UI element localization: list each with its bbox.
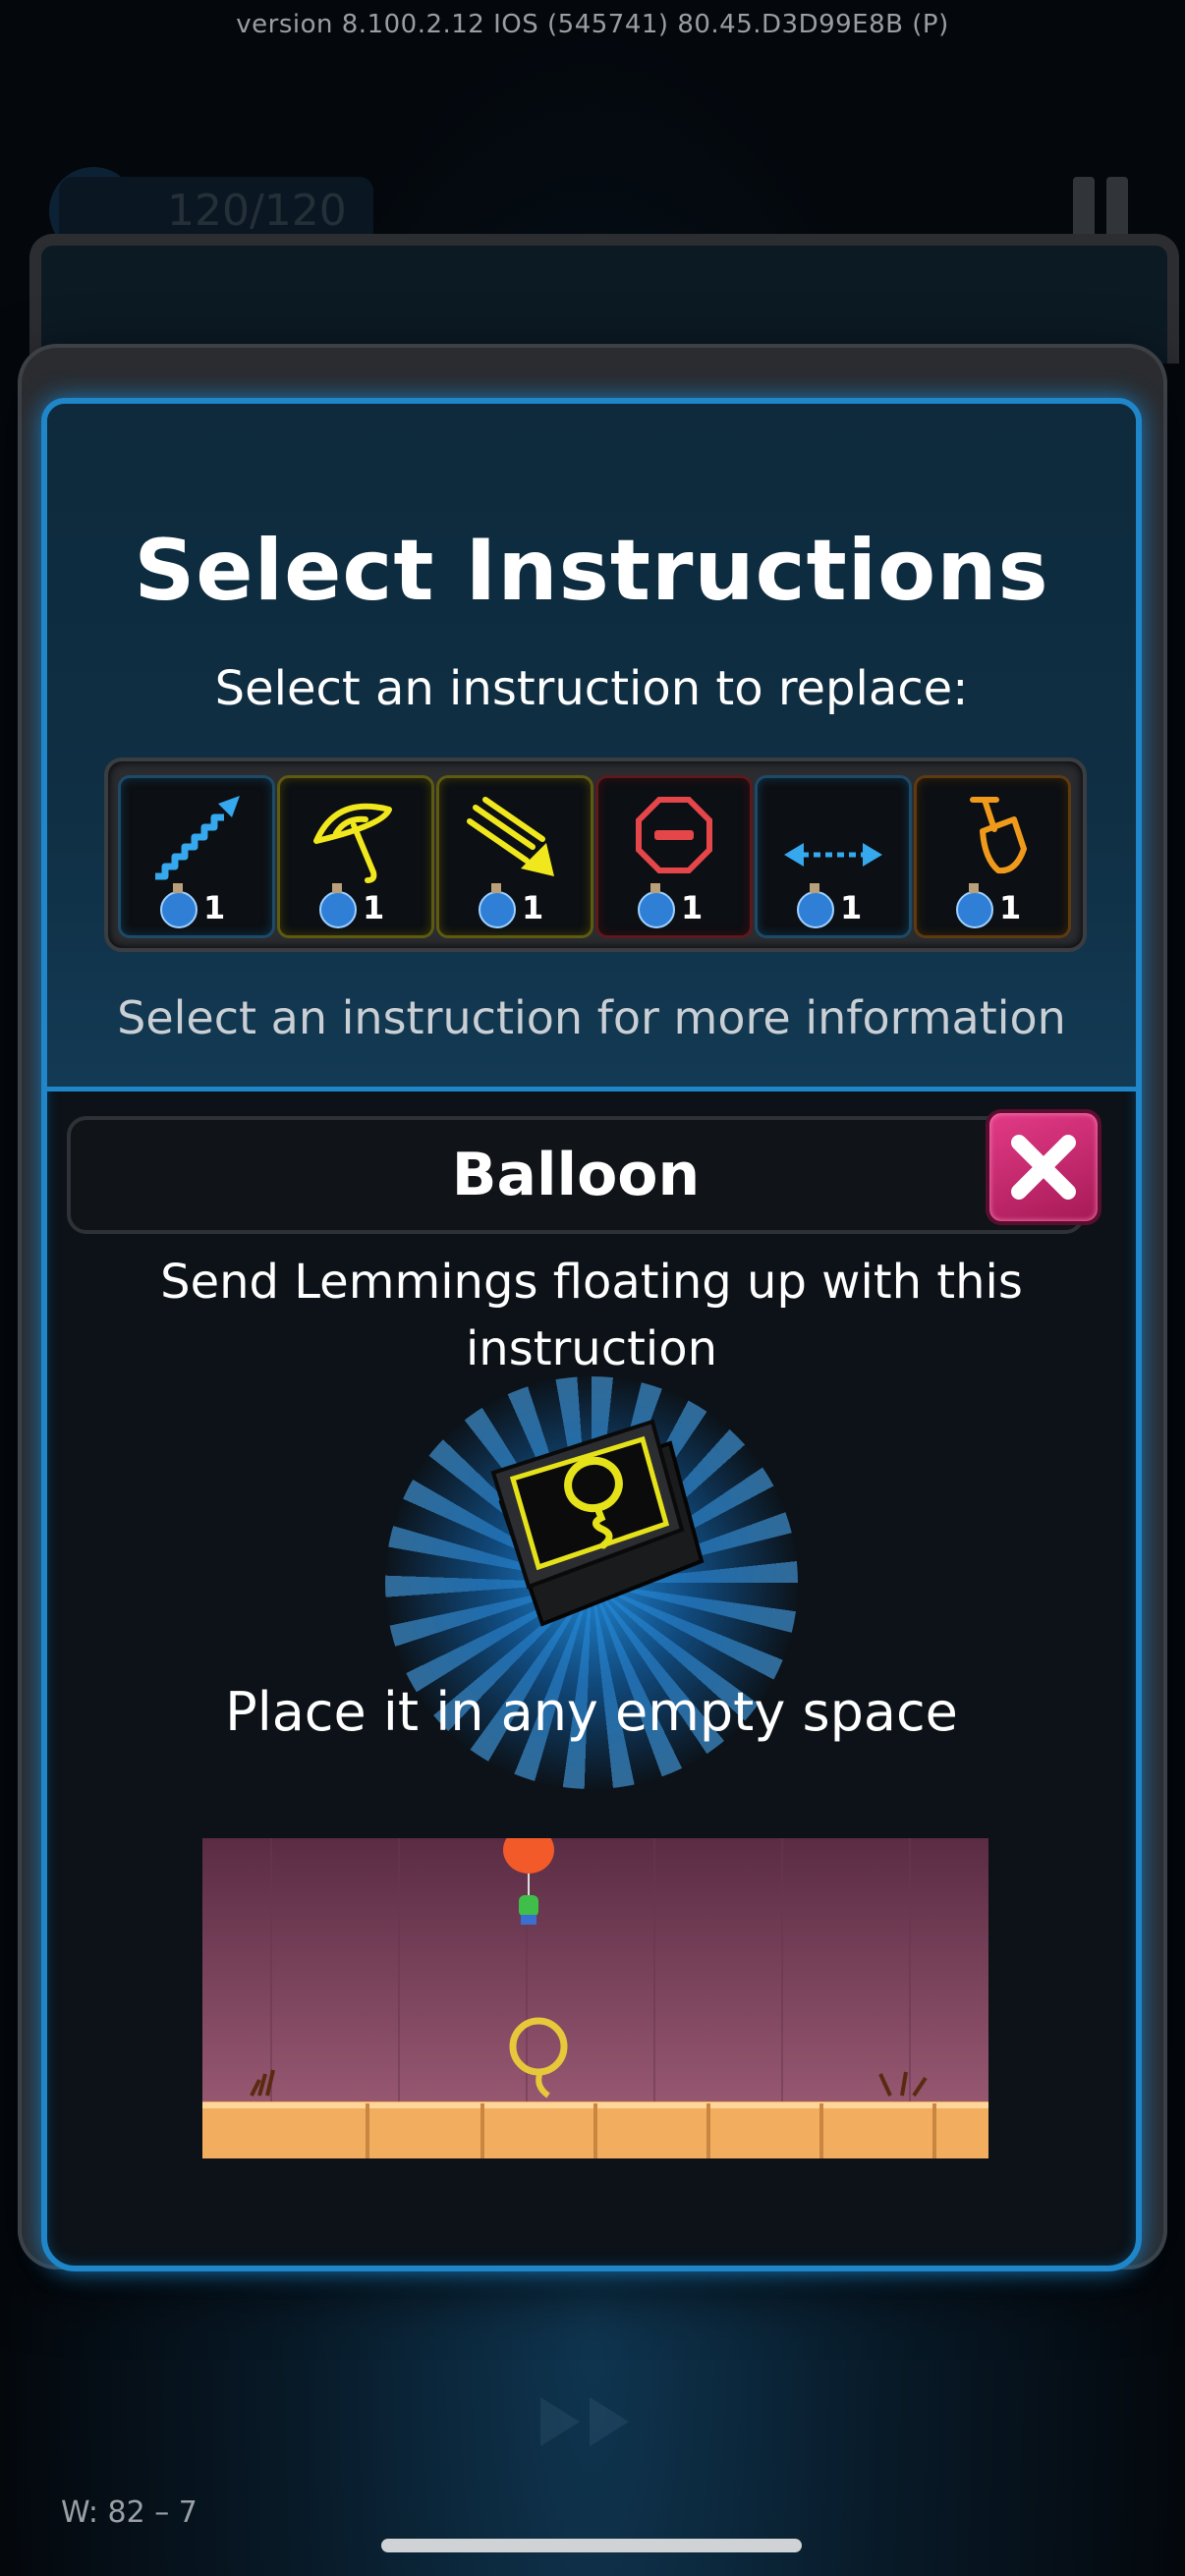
stairs-icon <box>155 796 240 880</box>
home-indicator[interactable] <box>381 2539 802 2552</box>
diagonal-arrows-icon <box>467 797 554 876</box>
slot-count: 1 <box>999 889 1022 926</box>
potion-icon <box>956 883 993 928</box>
instruction-tray: 1 1 1 1 1 1 <box>104 757 1087 952</box>
potion-icon <box>160 883 198 928</box>
potion-icon <box>638 883 675 928</box>
potion-icon <box>797 883 834 928</box>
slot-count: 1 <box>840 889 863 926</box>
select-instructions-dialog: Select Instructions Select an instructio… <box>41 398 1142 2271</box>
double-arrow-icon <box>784 843 882 867</box>
version-label: version 8.100.2.12 IOS (545741) 80.45.D3… <box>236 10 949 39</box>
potion-icon <box>479 883 516 928</box>
instruction-preview-image <box>202 1838 988 2158</box>
slot-count: 1 <box>522 889 544 926</box>
instruction-name-bar: Balloon <box>67 1116 1085 1234</box>
instruction-slot-digger[interactable]: 1 <box>914 775 1071 938</box>
slot-count: 1 <box>363 889 385 926</box>
slot-count: 1 <box>681 889 704 926</box>
dialog-subtitle: Select an instruction to replace: <box>214 661 969 716</box>
slot-count: 1 <box>203 889 226 926</box>
balloon-icon <box>490 1419 705 1627</box>
close-button[interactable] <box>986 1109 1101 1225</box>
stop-sign-icon <box>636 797 712 873</box>
potion-icon <box>319 883 357 928</box>
shovel-icon <box>970 797 1027 874</box>
instruction-slot-blocker[interactable]: 1 <box>595 775 753 938</box>
instruction-description: Send Lemmings floating up with this inst… <box>160 1255 1023 1376</box>
instruction-slot-turn[interactable]: 1 <box>755 775 912 938</box>
play-arrows-icon <box>540 2397 629 2446</box>
placement-hint: Place it in any empty space <box>225 1681 958 1743</box>
world-label: W: 82 – 7 <box>61 2495 198 2530</box>
instruction-slot-umbrella[interactable]: 1 <box>277 775 434 938</box>
instruction-slot-basher[interactable]: 1 <box>436 775 593 938</box>
instruction-selection-section: Select Instructions Select an instructio… <box>47 404 1136 1092</box>
info-hint: Select an instruction for more informati… <box>117 991 1066 1044</box>
instruction-name: Balloon <box>451 1141 701 1209</box>
close-icon <box>1011 1135 1076 1200</box>
dialog-title: Select Instructions <box>134 522 1049 620</box>
instruction-slot-stairs[interactable]: 1 <box>118 775 275 938</box>
umbrella-icon <box>313 803 392 883</box>
